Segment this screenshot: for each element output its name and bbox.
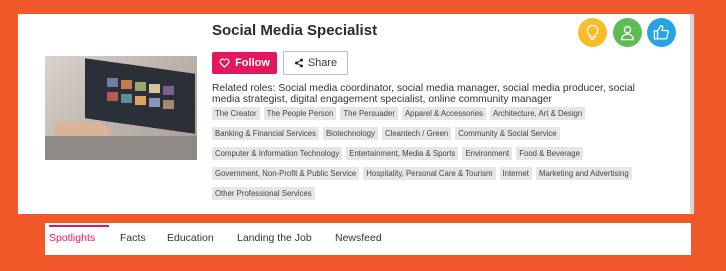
person-icon xyxy=(620,25,635,41)
tab-spotlights[interactable]: Spotlights xyxy=(49,232,95,244)
career-tags: The Creator The People Person The Persua… xyxy=(212,107,682,207)
tab-newsfeed[interactable]: Newsfeed xyxy=(335,232,382,244)
tag[interactable]: Apparel & Accessories xyxy=(401,107,486,120)
tag-row: Government, Non-Profit & Public Service … xyxy=(212,167,682,180)
tag[interactable]: The Persuader xyxy=(340,107,398,120)
follow-button[interactable]: Follow xyxy=(212,52,277,74)
tag[interactable]: Biotechnology xyxy=(322,127,378,140)
lightbulb-badge[interactable] xyxy=(578,18,607,47)
follow-label: Follow xyxy=(235,57,270,69)
tag[interactable]: Cleantech / Green xyxy=(381,127,452,140)
tag[interactable]: Marketing and Advertising xyxy=(535,167,632,180)
tag[interactable]: The Creator xyxy=(212,107,260,120)
tag[interactable]: Architecture, Art & Design xyxy=(489,107,586,120)
tag-row: Computer & Information Technology Entert… xyxy=(212,147,682,160)
tag[interactable]: Other Professional Services xyxy=(212,187,315,200)
share-label: Share xyxy=(307,57,338,69)
tab-bar: Spotlights Facts Education Landing the J… xyxy=(45,223,691,255)
tag-row: Other Professional Services xyxy=(212,187,682,200)
active-tab-indicator xyxy=(49,225,109,227)
tag[interactable]: Community & Social Service xyxy=(455,127,560,140)
related-roles: Related roles: Social media coordinator,… xyxy=(212,83,635,105)
tag[interactable]: Computer & Information Technology xyxy=(212,147,343,160)
tag[interactable]: Hospitality, Personal Care & Tourism xyxy=(363,167,496,180)
tag[interactable]: Internet xyxy=(499,167,532,180)
thumbs-up-badge[interactable] xyxy=(647,18,676,47)
tag[interactable]: Entertainment, Media & Sports xyxy=(346,147,459,160)
tag-row: The Creator The People Person The Persua… xyxy=(212,107,682,120)
person-badge[interactable] xyxy=(613,18,642,47)
tag-row: Banking & Financial Services Biotechnolo… xyxy=(212,127,682,140)
lightbulb-icon xyxy=(586,24,599,40)
share-button[interactable]: Share xyxy=(283,51,348,75)
tag[interactable]: Government, Non-Profit & Public Service xyxy=(212,167,360,180)
tab-landing-the-job[interactable]: Landing the Job xyxy=(237,232,312,244)
career-title: Social Media Specialist xyxy=(212,22,378,39)
tag[interactable]: Banking & Financial Services xyxy=(212,127,319,140)
tab-facts[interactable]: Facts xyxy=(120,232,146,244)
career-photo xyxy=(45,56,197,160)
tag[interactable]: Food & Beverage xyxy=(516,147,583,160)
tab-education[interactable]: Education xyxy=(167,232,214,244)
card-shadow xyxy=(690,14,694,214)
tag[interactable]: The People Person xyxy=(263,107,337,120)
heart-icon xyxy=(219,58,230,68)
share-icon xyxy=(294,58,303,68)
tag[interactable]: Environment xyxy=(462,147,513,160)
thumbs-up-icon xyxy=(653,25,669,40)
